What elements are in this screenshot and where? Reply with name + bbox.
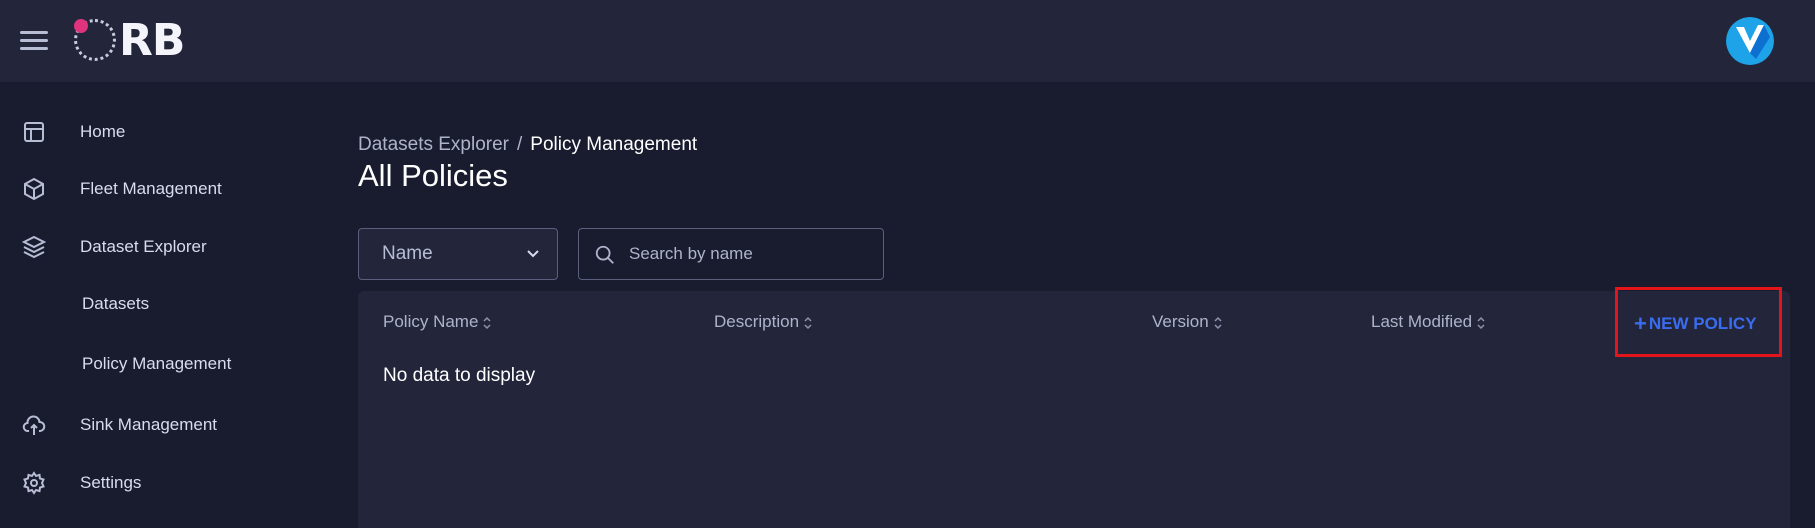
- sidebar-item-label: Sink Management: [80, 415, 218, 434]
- sidebar-item-fleet-management[interactable]: Fleet Management: [0, 164, 350, 214]
- sidebar: Home Fleet Management Dataset Explorer D…: [0, 82, 350, 528]
- layers-icon: [22, 235, 46, 259]
- filter-select-value: Name: [382, 243, 433, 264]
- sidebar-item-label: Settings: [80, 473, 142, 492]
- new-policy-label: NEW POLICY: [1648, 314, 1757, 333]
- sidebar-item-label: Fleet Management: [80, 179, 222, 198]
- sidebar-item-home[interactable]: Home: [0, 107, 350, 157]
- sidebar-item-label: Dataset Explorer: [80, 237, 207, 256]
- column-header-last-modified[interactable]: Last Modified: [1371, 312, 1486, 332]
- sidebar-item-dataset-explorer[interactable]: Dataset Explorer: [0, 222, 350, 272]
- orb-logo[interactable]: RB: [72, 15, 202, 66]
- cloud-upload-icon: [22, 415, 46, 435]
- new-policy-button[interactable]: + NEW POLICY: [1615, 287, 1782, 357]
- chevron-down-icon: [527, 250, 539, 258]
- empty-state-text: No data to display: [383, 365, 536, 386]
- column-header-description[interactable]: Description: [714, 312, 813, 332]
- plus-icon: +: [1634, 311, 1647, 336]
- policies-table: Policy Name Description Version Last Mod…: [358, 291, 1790, 528]
- breadcrumb-separator: /: [517, 134, 523, 155]
- sort-icon: [483, 316, 491, 329]
- filter-select[interactable]: Name: [358, 228, 558, 280]
- sidebar-item-datasets[interactable]: Datasets: [0, 279, 350, 329]
- sidebar-item-sink-management[interactable]: Sink Management: [0, 400, 350, 450]
- logo-dot: [74, 19, 88, 33]
- sidebar-item-label: Policy Management: [82, 354, 232, 373]
- search-icon: [595, 245, 614, 264]
- sidebar-item-settings[interactable]: Settings: [0, 458, 350, 508]
- column-header-policy-name[interactable]: Policy Name: [383, 312, 492, 332]
- search-box: [578, 228, 884, 280]
- page-title: All Policies: [358, 158, 508, 193]
- top-bar: RB: [0, 0, 1815, 82]
- gear-icon: [23, 471, 45, 495]
- breadcrumb-current: Policy Management: [530, 134, 698, 155]
- sort-icon: [1477, 316, 1485, 329]
- menu-icon[interactable]: [20, 30, 50, 52]
- sidebar-item-label: Home: [80, 122, 126, 141]
- sidebar-item-policy-management[interactable]: Policy Management: [0, 339, 350, 389]
- layout-icon: [24, 122, 44, 142]
- cube-icon: [24, 177, 44, 201]
- column-header-version[interactable]: Version: [1152, 312, 1223, 332]
- avatar[interactable]: [1726, 17, 1774, 65]
- logo-text: RB: [119, 15, 185, 66]
- sort-icon: [1214, 316, 1222, 329]
- breadcrumb: Datasets Explorer / Policy Management: [358, 134, 697, 156]
- breadcrumb-parent[interactable]: Datasets Explorer: [358, 134, 509, 155]
- sort-icon: [804, 316, 812, 329]
- search-input[interactable]: [629, 239, 869, 269]
- sidebar-item-label: Datasets: [82, 294, 150, 313]
